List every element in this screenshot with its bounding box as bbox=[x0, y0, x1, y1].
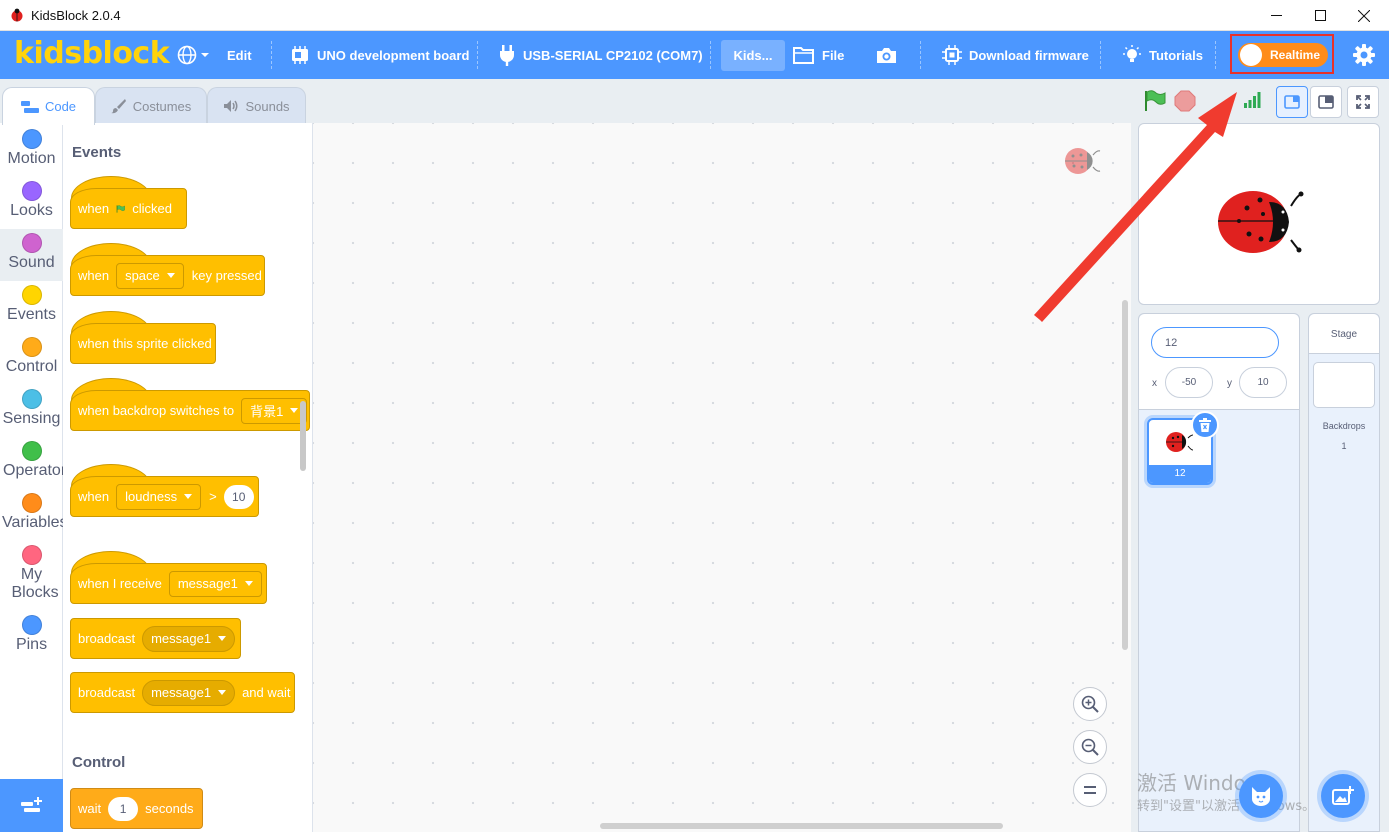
tab-code-label: Code bbox=[44, 99, 77, 114]
kidsblock-app: KidsBlock 2.0.4 kidsblock Edit UNO devel… bbox=[0, 0, 1389, 832]
code-blocks-icon bbox=[20, 100, 39, 113]
tab-code[interactable]: Code bbox=[2, 87, 95, 125]
annotation-arrow bbox=[1034, 92, 1237, 322]
